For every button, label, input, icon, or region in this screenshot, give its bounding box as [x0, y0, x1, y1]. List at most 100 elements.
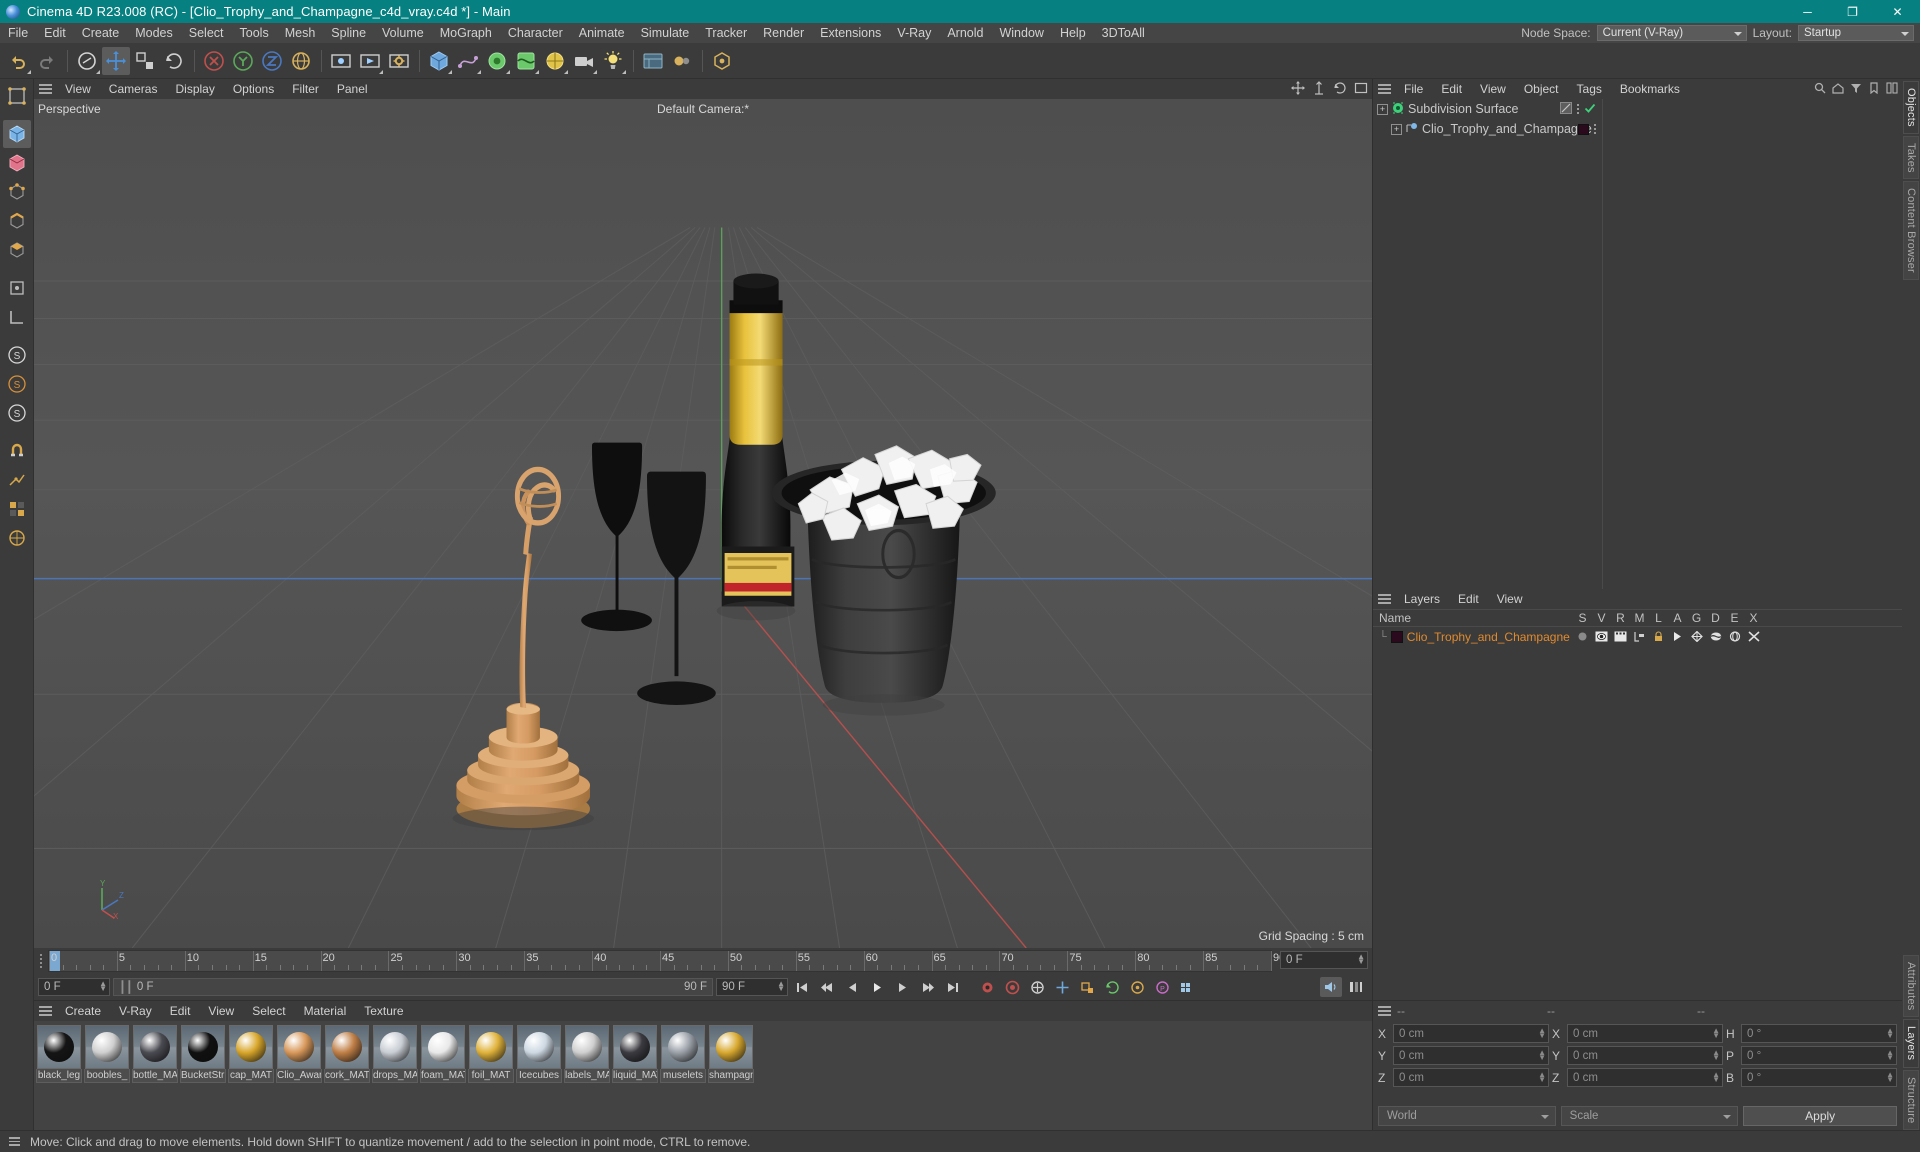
layers-col-s[interactable]: S: [1573, 611, 1592, 625]
points-mode-icon[interactable]: [3, 178, 31, 206]
material-preview-thumbnail[interactable]: [709, 1025, 753, 1069]
timeline-current-frame-field[interactable]: 0 F ▲ ▼: [1280, 951, 1368, 969]
tab-takes[interactable]: Takes: [1903, 135, 1919, 180]
snap-magnet-icon[interactable]: [3, 437, 31, 465]
menu-mesh[interactable]: Mesh: [277, 23, 324, 43]
lock-y-axis-icon[interactable]: [229, 47, 257, 75]
undo-icon[interactable]: [4, 47, 32, 75]
material-item[interactable]: liquid_MAT: [612, 1025, 658, 1083]
make-editable-icon[interactable]: [3, 82, 31, 110]
material-menu-select[interactable]: Select: [243, 1001, 294, 1021]
go-to-end-icon[interactable]: [941, 977, 963, 997]
polygons-mode-icon[interactable]: [3, 236, 31, 264]
object-dot-handle-icon[interactable]: [1577, 104, 1579, 114]
node-space-select[interactable]: Current (V-Ray): [1596, 25, 1747, 41]
material-preview-thumbnail[interactable]: [373, 1025, 417, 1069]
coordinate-system-select[interactable]: World: [1378, 1106, 1556, 1126]
layers-menu-edit[interactable]: Edit: [1449, 589, 1488, 609]
previous-key-icon[interactable]: [816, 977, 838, 997]
viewport-menu-display[interactable]: Display: [166, 79, 223, 99]
timeline-grip-icon[interactable]: [34, 948, 48, 974]
add-generator-icon[interactable]: [483, 47, 511, 75]
coord-size-x-spinner-icon[interactable]: ▲ ▼: [1712, 1027, 1720, 1040]
menu-spline[interactable]: Spline: [323, 23, 374, 43]
material-item[interactable]: cork_MAT: [324, 1025, 370, 1083]
menu-arnold[interactable]: Arnold: [939, 23, 991, 43]
step-back-icon[interactable]: [841, 977, 863, 997]
menu-window[interactable]: Window: [991, 23, 1051, 43]
layout-columns-icon[interactable]: [1886, 81, 1898, 97]
move-tool-icon[interactable]: [102, 46, 130, 75]
rotation-key-icon[interactable]: [1101, 977, 1123, 997]
tab-attributes[interactable]: Attributes: [1903, 954, 1919, 1018]
coord-size-z-input[interactable]: 0 cm ▲ ▼: [1567, 1068, 1723, 1087]
live-selection-icon[interactable]: [73, 47, 101, 75]
status-grip-icon[interactable]: [6, 1137, 22, 1146]
pan-view-icon[interactable]: [1291, 80, 1305, 98]
menu-select[interactable]: Select: [181, 23, 232, 43]
vray-settings-icon[interactable]: [668, 47, 696, 75]
step-forward-icon[interactable]: [891, 977, 913, 997]
material-preview-thumbnail[interactable]: [517, 1025, 561, 1069]
object-menu-view[interactable]: View: [1471, 79, 1515, 99]
layer-name-cell[interactable]: └ Clio_Trophy_and_Champagne: [1373, 630, 1573, 644]
manager-tree-icon[interactable]: [1630, 631, 1649, 642]
menu-file[interactable]: File: [0, 23, 36, 43]
add-environment-icon[interactable]: [541, 47, 569, 75]
layers-col-a[interactable]: A: [1668, 611, 1687, 625]
lock-z-axis-icon[interactable]: [258, 47, 286, 75]
material-list[interactable]: black_legboobles_bottle_MATBucketStructu…: [34, 1021, 1372, 1130]
soft-selection-s-icon[interactable]: S: [3, 341, 31, 369]
expand-collapse-icon[interactable]: +: [1377, 103, 1388, 115]
content-browser-icon[interactable]: [708, 47, 736, 75]
expand-collapse-icon[interactable]: +: [1391, 123, 1402, 135]
layer-color-swatch[interactable]: [1578, 123, 1589, 135]
redo-icon[interactable]: [33, 47, 61, 75]
material-item[interactable]: bottle_MAT: [132, 1025, 178, 1083]
coord-pos-x-input[interactable]: 0 cm ▲ ▼: [1393, 1024, 1549, 1043]
material-menu-texture[interactable]: Texture: [355, 1001, 412, 1021]
viewport-menu-filter[interactable]: Filter: [283, 79, 328, 99]
maximize-button[interactable]: ❐: [1830, 0, 1875, 23]
home-icon[interactable]: [1832, 82, 1844, 97]
object-menu-object[interactable]: Object: [1515, 79, 1568, 99]
soft-selection-s3-icon[interactable]: S: [3, 399, 31, 427]
menu-help[interactable]: Help: [1052, 23, 1094, 43]
coord-rot-h-input[interactable]: 0 ° ▲ ▼: [1741, 1024, 1897, 1043]
layers-list[interactable]: └ Clio_Trophy_and_Champagne: [1373, 627, 1902, 646]
close-button[interactable]: ✕: [1875, 0, 1920, 23]
layers-col-l[interactable]: L: [1649, 611, 1668, 625]
coord-size-x-input[interactable]: 0 cm ▲ ▼: [1567, 1024, 1723, 1043]
snap-settings-icon[interactable]: [3, 466, 31, 494]
material-preview-thumbnail[interactable]: [565, 1025, 609, 1069]
max-frame-field[interactable]: 90 F ▲ ▼: [716, 978, 788, 996]
scale-tool-icon[interactable]: [131, 47, 159, 75]
visibility-eye-icon[interactable]: [1592, 631, 1611, 642]
zoom-view-icon[interactable]: [1312, 80, 1326, 98]
bookmark-icon[interactable]: [1868, 81, 1880, 97]
menu-modes[interactable]: Modes: [127, 23, 181, 43]
apply-button[interactable]: Apply: [1743, 1106, 1898, 1126]
menu-volume[interactable]: Volume: [374, 23, 432, 43]
coord-pos-x-spinner-icon[interactable]: ▲ ▼: [1538, 1027, 1546, 1040]
coord-rot-h-spinner-icon[interactable]: ▲ ▼: [1886, 1027, 1894, 1040]
coord-rot-b-input[interactable]: 0 ° ▲ ▼: [1741, 1068, 1897, 1087]
render-settings-icon[interactable]: [385, 47, 413, 75]
material-preview-thumbnail[interactable]: [421, 1025, 465, 1069]
layer-row[interactable]: └ Clio_Trophy_and_Champagne: [1373, 627, 1902, 646]
workplane-snap-icon[interactable]: [3, 495, 31, 523]
object-tree[interactable]: + Subdivision Surface + Clio_Trophy_and_Cha…: [1373, 99, 1603, 589]
xpresso-icon[interactable]: [1744, 631, 1763, 642]
material-preview-thumbnail[interactable]: [181, 1025, 225, 1069]
layers-col-e[interactable]: E: [1725, 611, 1744, 625]
start-frame-field[interactable]: 0 F ▲ ▼: [38, 978, 110, 996]
menu-mograph[interactable]: MoGraph: [432, 23, 500, 43]
max-frame-spinner-icon[interactable]: ▲ ▼: [777, 980, 785, 993]
material-item[interactable]: black_leg: [36, 1025, 82, 1083]
tab-layers[interactable]: Layers: [1903, 1019, 1919, 1068]
quantize-icon[interactable]: [3, 524, 31, 552]
material-preview-thumbnail[interactable]: [133, 1025, 177, 1069]
menu-tracker[interactable]: Tracker: [697, 23, 755, 43]
material-preview-thumbnail[interactable]: [277, 1025, 321, 1069]
object-row[interactable]: + Subdivision Surface: [1373, 99, 1602, 119]
